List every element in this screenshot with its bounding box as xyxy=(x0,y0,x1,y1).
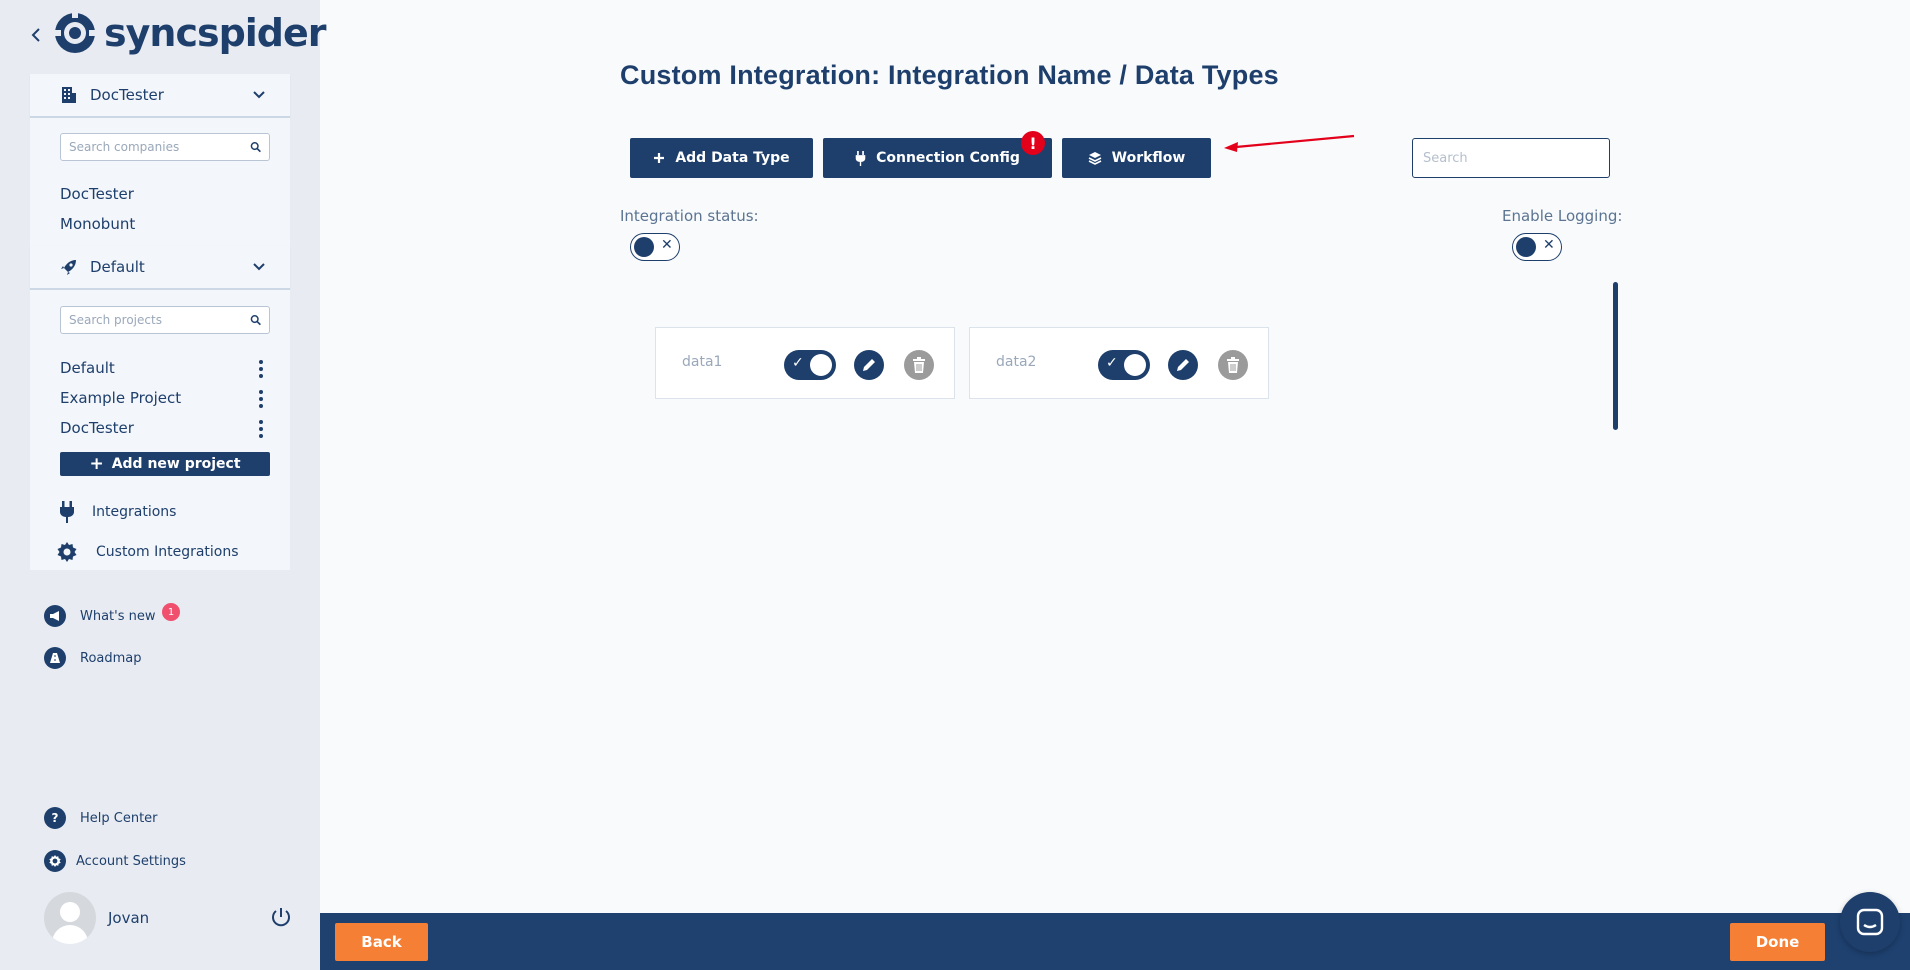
chevron-down-icon xyxy=(252,86,266,104)
data-type-name: data2 xyxy=(996,354,1037,370)
company-item[interactable]: DocTester xyxy=(60,185,134,203)
nav-help-center[interactable]: ? Help Center xyxy=(44,807,158,829)
nav-account-settings-label: Account Settings xyxy=(76,853,186,869)
edit-button[interactable] xyxy=(854,350,884,380)
page-title: Custom Integration: Integration Name / D… xyxy=(620,60,1279,90)
rocket-icon xyxy=(60,258,78,276)
data-type-card: data2 ✓ xyxy=(969,327,1269,399)
check-icon: ✓ xyxy=(792,355,804,371)
workflow-label: Workflow xyxy=(1111,150,1186,166)
project-item[interactable]: Example Project xyxy=(60,389,181,407)
data-type-name: data1 xyxy=(682,354,723,370)
enable-logging-label: Enable Logging: xyxy=(1502,207,1623,225)
project-menu-icon[interactable] xyxy=(258,390,264,408)
company-selector[interactable]: DocTester xyxy=(30,74,290,118)
connection-alert-badge: ! xyxy=(1021,131,1045,155)
trash-icon xyxy=(913,357,925,373)
notification-badge: 1 xyxy=(162,603,180,621)
syncspider-logo[interactable]: syncspider xyxy=(52,10,327,56)
nav-whats-new[interactable]: What's new xyxy=(44,605,156,627)
question-icon: ? xyxy=(44,807,66,829)
plug-icon xyxy=(855,150,866,166)
layers-icon xyxy=(1088,151,1102,165)
user-profile[interactable]: Jovan xyxy=(44,892,149,944)
company-search[interactable] xyxy=(60,133,270,161)
brand-name: syncspider xyxy=(104,11,327,55)
data-type-search-input[interactable] xyxy=(1423,150,1599,166)
nav-integrations-label: Integrations xyxy=(92,504,177,520)
avatar xyxy=(44,892,96,944)
pencil-icon xyxy=(863,359,875,371)
integration-status-label: Integration status: xyxy=(620,207,759,225)
plug-icon xyxy=(56,501,78,523)
back-chevron-icon[interactable] xyxy=(30,24,42,48)
close-icon: ✕ xyxy=(661,237,673,253)
add-data-type-button[interactable]: Add Data Type xyxy=(630,138,813,178)
integration-status-toggle[interactable]: ✕ xyxy=(630,233,680,261)
nav-help-center-label: Help Center xyxy=(80,810,158,826)
data-type-toggle[interactable]: ✓ xyxy=(784,350,836,380)
project-selector-label: Default xyxy=(90,258,145,276)
close-icon: ✕ xyxy=(1543,237,1555,253)
company-selector-label: DocTester xyxy=(90,86,164,104)
sidebar: syncspider DocTester DocTester Monobunt … xyxy=(0,0,327,970)
done-button[interactable]: Done xyxy=(1730,923,1825,961)
power-icon[interactable] xyxy=(270,906,292,932)
workflow-button[interactable]: Workflow xyxy=(1062,138,1211,178)
add-project-button[interactable]: + Add new project xyxy=(60,452,270,476)
nav-roadmap[interactable]: Roadmap xyxy=(44,647,142,669)
project-menu-icon[interactable] xyxy=(258,360,264,378)
project-search[interactable] xyxy=(60,306,270,334)
project-selector[interactable]: Default xyxy=(30,246,290,290)
delete-button[interactable] xyxy=(904,350,934,380)
building-icon xyxy=(60,86,78,104)
project-menu-icon[interactable] xyxy=(258,420,264,438)
road-icon xyxy=(44,647,66,669)
chevron-down-icon xyxy=(252,258,266,276)
pencil-icon xyxy=(1177,359,1189,371)
nav-whats-new-label: What's new xyxy=(80,608,156,624)
data-type-toggle[interactable]: ✓ xyxy=(1098,350,1150,380)
connection-config-label: Connection Config xyxy=(876,150,1020,166)
trash-icon xyxy=(1227,357,1239,373)
gear-icon xyxy=(56,541,78,563)
edit-button[interactable] xyxy=(1168,350,1198,380)
data-type-card: data1 ✓ xyxy=(655,327,955,399)
plus-icon xyxy=(653,152,665,164)
chat-launcher[interactable] xyxy=(1840,892,1900,952)
megaphone-icon xyxy=(44,605,66,627)
user-name: Jovan xyxy=(108,909,150,927)
scrollbar[interactable] xyxy=(1613,282,1618,430)
add-data-type-label: Add Data Type xyxy=(675,150,790,166)
add-project-label: Add new project xyxy=(111,456,241,472)
nav-account-settings[interactable]: Account Settings xyxy=(44,850,186,872)
nav-custom-integrations-label: Custom Integrations xyxy=(96,544,239,560)
annotation-arrow-icon xyxy=(1224,134,1355,152)
enable-logging-toggle[interactable]: ✕ xyxy=(1512,233,1562,261)
search-icon xyxy=(250,142,261,153)
footer-bar: Back Done xyxy=(320,913,1910,970)
chat-icon xyxy=(1856,908,1884,936)
check-icon: ✓ xyxy=(1106,355,1118,371)
search-icon xyxy=(250,315,261,326)
project-search-input[interactable] xyxy=(69,313,250,327)
nav-integrations[interactable]: Integrations xyxy=(56,501,176,523)
data-type-search[interactable] xyxy=(1412,138,1610,178)
company-item[interactable]: Monobunt xyxy=(60,215,135,233)
company-search-input[interactable] xyxy=(69,140,250,154)
nav-custom-integrations[interactable]: Custom Integrations xyxy=(56,541,239,563)
project-item[interactable]: Default xyxy=(60,359,115,377)
project-item[interactable]: DocTester xyxy=(60,419,134,437)
settings-icon xyxy=(44,850,66,872)
spider-logo-icon xyxy=(54,12,96,53)
back-button[interactable]: Back xyxy=(335,923,428,961)
connection-config-button[interactable]: Connection Config xyxy=(823,138,1052,178)
nav-roadmap-label: Roadmap xyxy=(80,650,142,666)
delete-button[interactable] xyxy=(1218,350,1248,380)
plus-icon: + xyxy=(89,454,104,474)
